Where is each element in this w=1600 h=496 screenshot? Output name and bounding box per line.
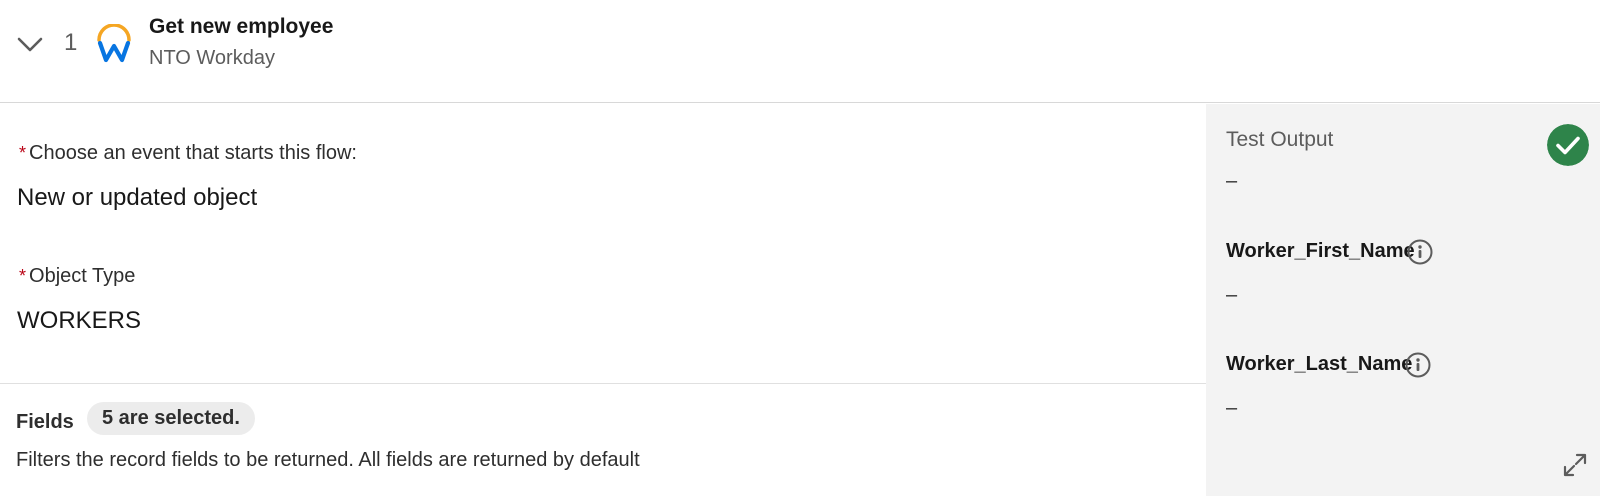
object-type-label: * Object Type: [19, 265, 135, 288]
check-circle-icon: [1547, 124, 1589, 166]
info-icon[interactable]: [1407, 239, 1433, 265]
required-marker: *: [19, 266, 27, 286]
info-icon[interactable]: [1405, 352, 1431, 378]
step-number: 1: [64, 29, 78, 56]
step-title: Get new employee: [149, 15, 334, 38]
test-output-value: –: [1226, 170, 1238, 192]
output-field-value: –: [1226, 284, 1238, 306]
test-output-title: Test Output: [1226, 128, 1334, 151]
output-field-name: Worker_Last_Name: [1226, 353, 1413, 375]
output-field-name: Worker_First_Name: [1226, 240, 1415, 262]
step-subtitle: NTO Workday: [149, 47, 275, 69]
workday-logo-icon: [97, 24, 131, 63]
event-value[interactable]: New or updated object: [17, 184, 257, 212]
event-label: * Choose an event that starts this flow:: [19, 142, 357, 165]
object-type-value[interactable]: WORKERS: [17, 307, 141, 335]
chevron-down-icon[interactable]: [16, 30, 44, 58]
output-field-value: –: [1226, 397, 1238, 419]
event-label-text: Choose an event that starts this flow:: [29, 142, 357, 164]
expand-icon[interactable]: [1562, 452, 1588, 478]
fields-selected-badge[interactable]: 5 are selected.: [87, 402, 255, 435]
step-header: 1 Get new employee NTO Workday: [0, 0, 1600, 103]
fields-label: Fields: [16, 411, 74, 433]
object-type-label-text: Object Type: [29, 265, 136, 287]
step-config-panel: * Choose an event that starts this flow: …: [0, 104, 1206, 496]
section-divider: [0, 383, 1206, 384]
required-marker: *: [19, 143, 27, 163]
fields-help-text: Filters the record fields to be returned…: [16, 449, 640, 471]
test-output-panel: Test Output – Worker_First_Name – Worker…: [1206, 104, 1600, 496]
